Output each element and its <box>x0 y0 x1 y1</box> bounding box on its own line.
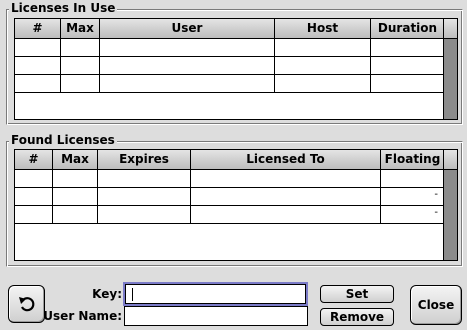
column-header-expires[interactable]: Expires <box>98 150 191 169</box>
found-licenses-header: # Max Expires Licensed To Floating <box>15 150 445 170</box>
table-cell <box>381 170 445 188</box>
table-cell <box>15 39 61 57</box>
table-cell: - <box>381 188 445 206</box>
licenses-in-use-title: Licenses In Use <box>9 1 118 15</box>
table-cell <box>15 75 61 93</box>
table-row[interactable]: - <box>15 188 445 206</box>
table-cell <box>371 39 445 57</box>
table-cell <box>191 170 381 188</box>
column-header-max[interactable]: Max <box>53 150 98 169</box>
text-caret <box>132 288 133 301</box>
table-row[interactable] <box>15 39 445 57</box>
column-header-floating[interactable]: Floating <box>381 150 445 169</box>
table-cell <box>15 170 53 188</box>
licenses-in-use-rows <box>15 39 445 93</box>
table-cell <box>191 206 381 224</box>
table-cell <box>98 188 191 206</box>
table-cell <box>53 170 98 188</box>
column-header-host[interactable]: Host <box>275 19 371 38</box>
user-name-label: User Name: <box>43 309 122 323</box>
found-licenses-rows: - - <box>15 170 445 224</box>
table-row[interactable] <box>15 75 445 93</box>
found-licenses-title: Found Licenses <box>9 133 117 147</box>
table-cell <box>15 57 61 75</box>
table-cell <box>98 170 191 188</box>
key-label: Key: <box>92 287 122 301</box>
licenses-in-use-group: Licenses In Use # Max User Host Duration <box>6 1 463 125</box>
found-licenses-scrollbar[interactable] <box>443 150 457 260</box>
user-name-field[interactable] <box>124 306 308 326</box>
table-cell <box>275 57 371 75</box>
table-cell <box>100 57 275 75</box>
scrollbar-corner <box>444 150 457 170</box>
table-cell <box>275 75 371 93</box>
remove-button[interactable]: Remove <box>320 308 394 326</box>
licenses-in-use-table: # Max User Host Duration <box>14 18 458 120</box>
column-header-duration[interactable]: Duration <box>371 19 445 38</box>
licenses-in-use-scrollbar[interactable] <box>443 19 457 119</box>
table-cell <box>191 188 381 206</box>
set-button[interactable]: Set <box>320 285 394 303</box>
table-cell <box>371 57 445 75</box>
found-licenses-group: Found Licenses # Max Expires Licensed To… <box>6 133 463 267</box>
table-cell <box>61 75 100 93</box>
table-cell <box>15 188 53 206</box>
column-header-number[interactable]: # <box>15 150 53 169</box>
column-header-number[interactable]: # <box>15 19 61 38</box>
table-row[interactable]: - <box>15 206 445 224</box>
column-header-licensed-to[interactable]: Licensed To <box>191 150 381 169</box>
revert-arrow-icon <box>17 294 37 317</box>
table-cell <box>53 188 98 206</box>
table-cell <box>61 57 100 75</box>
licenses-in-use-header: # Max User Host Duration <box>15 19 445 39</box>
table-cell <box>15 206 53 224</box>
column-header-user[interactable]: User <box>100 19 275 38</box>
table-cell <box>98 206 191 224</box>
table-cell <box>275 39 371 57</box>
column-header-max[interactable]: Max <box>61 19 100 38</box>
table-row[interactable] <box>15 170 445 188</box>
table-cell <box>100 75 275 93</box>
table-cell <box>371 75 445 93</box>
table-cell <box>100 39 275 57</box>
found-licenses-table: # Max Expires Licensed To Floating - - <box>14 149 458 261</box>
key-field[interactable] <box>123 282 308 306</box>
table-cell: - <box>381 206 445 224</box>
table-row[interactable] <box>15 57 445 75</box>
table-cell <box>61 39 100 57</box>
table-cell <box>53 206 98 224</box>
scrollbar-corner <box>444 19 457 39</box>
close-button[interactable]: Close <box>410 285 462 325</box>
